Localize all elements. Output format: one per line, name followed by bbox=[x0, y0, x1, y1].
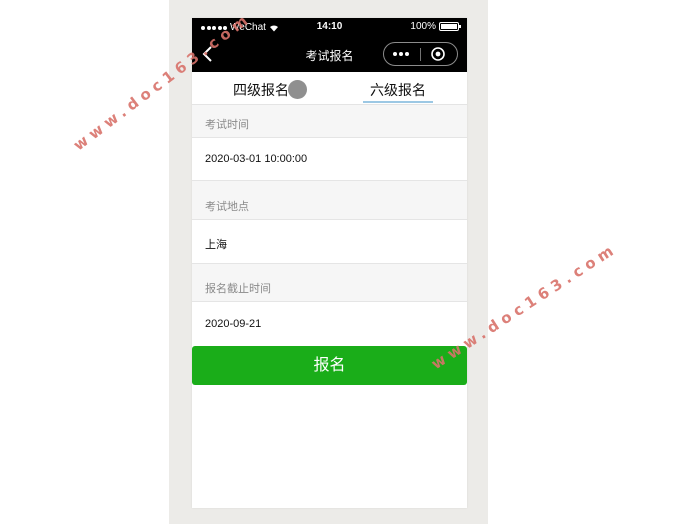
close-target-icon[interactable] bbox=[431, 47, 445, 61]
deadline-label-row: 报名截止时间 bbox=[192, 264, 467, 301]
location-label-row: 考试地点 bbox=[192, 181, 467, 219]
miniprogram-capsule bbox=[383, 42, 458, 66]
battery-percent: 100% bbox=[410, 21, 436, 32]
exam-time-value-row: 2020-03-01 10:00:00 bbox=[192, 138, 467, 180]
battery-status: 100% bbox=[410, 21, 461, 32]
tab-cet4[interactable]: 四级报名 bbox=[233, 80, 289, 100]
active-tab-indicator bbox=[363, 101, 433, 103]
location-value: 上海 bbox=[205, 239, 227, 251]
exam-time-label: 考试时间 bbox=[205, 119, 249, 131]
submit-button[interactable]: 报名 bbox=[192, 346, 467, 385]
floating-circle bbox=[288, 80, 307, 99]
nav-bar: 考试报名 bbox=[192, 36, 467, 72]
location-value-row: 上海 bbox=[192, 220, 467, 263]
deadline-value-row: 2020-09-21 bbox=[192, 302, 467, 346]
battery-icon bbox=[439, 22, 461, 31]
exam-time-label-row: 考试时间 bbox=[192, 105, 467, 137]
deadline-value: 2020-09-21 bbox=[205, 318, 262, 330]
phone-frame: WeChat 14:10 100% 考试报名 四级报名 六级报名 考试时间 20… bbox=[192, 18, 467, 508]
capsule-divider bbox=[420, 48, 421, 61]
location-label: 考试地点 bbox=[205, 201, 249, 213]
more-dots-icon[interactable] bbox=[393, 52, 409, 56]
tab-bar: 四级报名 六级报名 bbox=[192, 72, 467, 105]
exam-time-value: 2020-03-01 10:00:00 bbox=[205, 153, 308, 165]
deadline-label: 报名截止时间 bbox=[205, 283, 271, 295]
tab-cet6[interactable]: 六级报名 bbox=[370, 80, 426, 100]
